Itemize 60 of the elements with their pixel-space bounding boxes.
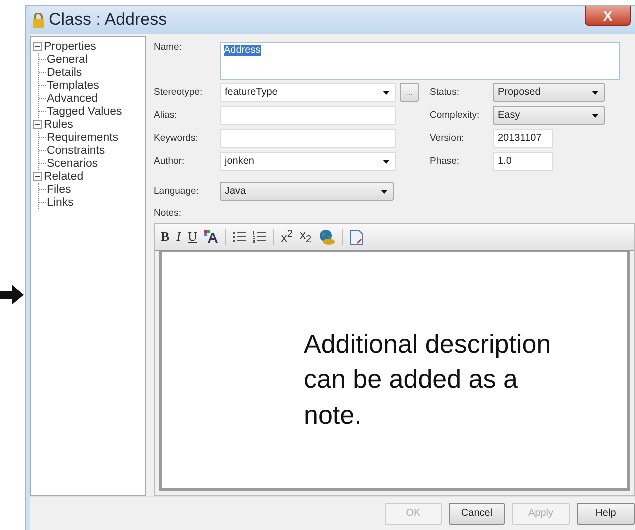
font-color-icon[interactable] — [204, 230, 218, 244]
input-field[interactable] — [220, 106, 396, 125]
tree-item[interactable]: Advanced — [47, 92, 98, 104]
bullet-list-icon[interactable] — [233, 231, 246, 243]
notes-text: Additional description can be added as a note. — [304, 328, 552, 432]
caret-icon — [382, 90, 391, 96]
field-label: Complexity: — [430, 110, 481, 121]
field-label: Status: — [430, 87, 461, 98]
field-label: Name: — [154, 42, 183, 55]
collapse-icon[interactable] — [33, 172, 42, 181]
tree-item[interactable]: Rules — [44, 118, 74, 130]
underline-button[interactable]: U — [188, 229, 198, 245]
caret-icon — [591, 90, 600, 96]
tree-item[interactable]: Tagged Values — [47, 106, 122, 118]
script-button[interactable]: x$^{2}$ — [281, 229, 293, 245]
browse-button[interactable]: ... — [400, 83, 419, 102]
input-field[interactable]: 20131107 — [493, 129, 553, 148]
tree-item[interactable]: Details — [47, 66, 82, 78]
caret-icon — [591, 112, 600, 118]
input-field[interactable]: 1.0 — [493, 152, 553, 171]
field-label: Alias: — [154, 110, 178, 121]
bold-button[interactable]: B — [161, 229, 170, 245]
name-field[interactable]: Address — [220, 42, 620, 80]
field-label: Version: — [430, 133, 466, 144]
dropdown[interactable]: Proposed — [493, 83, 605, 102]
globe-icon[interactable] — [318, 230, 335, 244]
combo-box[interactable]: featureType — [220, 83, 396, 102]
window-title: Class : Address — [49, 10, 168, 30]
script-button[interactable]: x$_{2}$ — [300, 228, 312, 246]
dropdown[interactable]: Easy — [493, 106, 605, 125]
tree-item[interactable]: Files — [47, 184, 72, 196]
caret-icon — [382, 158, 391, 164]
combo-box[interactable]: jonken — [220, 152, 396, 171]
field-label: Phase: — [430, 156, 461, 167]
field-label: Stereotype: — [154, 87, 204, 98]
numbered-list-icon[interactable] — [253, 231, 266, 243]
dropdown[interactable]: Java — [220, 182, 394, 201]
notes-editor[interactable]: Additional description can be added as a note. — [159, 251, 630, 491]
italic-button[interactable]: I — [176, 229, 182, 245]
tree-item[interactable]: Scenarios — [47, 158, 98, 170]
field-label: Language: — [154, 186, 200, 197]
collapse-icon[interactable] — [33, 120, 42, 129]
tree-item[interactable]: Properties — [44, 40, 96, 52]
input-field[interactable] — [220, 129, 396, 148]
document-icon[interactable] — [350, 230, 363, 244]
dialog-button[interactable]: Help — [577, 502, 635, 524]
dialog-button[interactable]: Cancel — [449, 502, 505, 524]
tree-item[interactable]: Related — [44, 170, 84, 182]
field-label: Notes: — [154, 208, 182, 219]
arrow-icon — [0, 284, 25, 306]
padlock-icon — [33, 12, 44, 28]
field-label: Author: — [154, 156, 186, 167]
tree-item[interactable]: Links — [47, 196, 74, 208]
tree-item[interactable]: Templates — [47, 80, 100, 92]
tree-item[interactable]: General — [47, 54, 88, 66]
field-label: Keywords: — [154, 133, 200, 144]
collapse-icon[interactable] — [33, 42, 42, 51]
tree-item[interactable]: Constraints — [47, 144, 106, 156]
caret-icon — [380, 188, 389, 194]
tree-item[interactable]: Requirements — [47, 132, 119, 144]
